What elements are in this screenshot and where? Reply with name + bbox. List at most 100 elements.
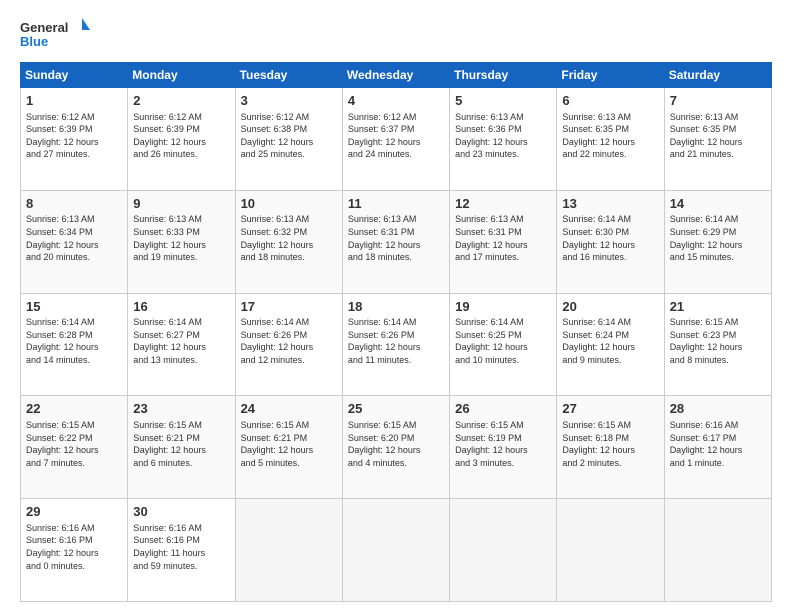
page-header: General Blue xyxy=(20,16,772,52)
day-number: 9 xyxy=(133,195,229,213)
svg-text:Blue: Blue xyxy=(20,34,48,49)
day-header-sunday: Sunday xyxy=(21,63,128,88)
day-number: 21 xyxy=(670,298,766,316)
day-info: Sunrise: 6:15 AM Sunset: 6:23 PM Dayligh… xyxy=(670,316,766,366)
calendar-table: SundayMondayTuesdayWednesdayThursdayFrid… xyxy=(20,62,772,602)
day-info: Sunrise: 6:14 AM Sunset: 6:26 PM Dayligh… xyxy=(241,316,337,366)
calendar-cell: 6Sunrise: 6:13 AM Sunset: 6:35 PM Daylig… xyxy=(557,88,664,191)
day-info: Sunrise: 6:14 AM Sunset: 6:24 PM Dayligh… xyxy=(562,316,658,366)
day-number: 1 xyxy=(26,92,122,110)
day-number: 17 xyxy=(241,298,337,316)
calendar-cell: 21Sunrise: 6:15 AM Sunset: 6:23 PM Dayli… xyxy=(664,293,771,396)
day-number: 14 xyxy=(670,195,766,213)
day-info: Sunrise: 6:12 AM Sunset: 6:39 PM Dayligh… xyxy=(26,111,122,161)
day-info: Sunrise: 6:12 AM Sunset: 6:39 PM Dayligh… xyxy=(133,111,229,161)
day-info: Sunrise: 6:15 AM Sunset: 6:21 PM Dayligh… xyxy=(133,419,229,469)
calendar-cell: 30Sunrise: 6:16 AM Sunset: 6:16 PM Dayli… xyxy=(128,499,235,602)
day-info: Sunrise: 6:14 AM Sunset: 6:29 PM Dayligh… xyxy=(670,213,766,263)
day-number: 15 xyxy=(26,298,122,316)
day-number: 7 xyxy=(670,92,766,110)
day-header-friday: Friday xyxy=(557,63,664,88)
calendar-cell: 4Sunrise: 6:12 AM Sunset: 6:37 PM Daylig… xyxy=(342,88,449,191)
day-info: Sunrise: 6:15 AM Sunset: 6:20 PM Dayligh… xyxy=(348,419,444,469)
day-number: 8 xyxy=(26,195,122,213)
day-number: 25 xyxy=(348,400,444,418)
calendar-week-row: 29Sunrise: 6:16 AM Sunset: 6:16 PM Dayli… xyxy=(21,499,772,602)
day-number: 2 xyxy=(133,92,229,110)
calendar-week-row: 15Sunrise: 6:14 AM Sunset: 6:28 PM Dayli… xyxy=(21,293,772,396)
day-number: 22 xyxy=(26,400,122,418)
calendar-cell: 16Sunrise: 6:14 AM Sunset: 6:27 PM Dayli… xyxy=(128,293,235,396)
calendar-cell: 12Sunrise: 6:13 AM Sunset: 6:31 PM Dayli… xyxy=(450,190,557,293)
day-number: 23 xyxy=(133,400,229,418)
day-info: Sunrise: 6:15 AM Sunset: 6:22 PM Dayligh… xyxy=(26,419,122,469)
day-info: Sunrise: 6:13 AM Sunset: 6:32 PM Dayligh… xyxy=(241,213,337,263)
logo-svg: General Blue xyxy=(20,16,90,52)
day-info: Sunrise: 6:13 AM Sunset: 6:34 PM Dayligh… xyxy=(26,213,122,263)
calendar-cell: 11Sunrise: 6:13 AM Sunset: 6:31 PM Dayli… xyxy=(342,190,449,293)
day-number: 19 xyxy=(455,298,551,316)
day-number: 11 xyxy=(348,195,444,213)
day-number: 26 xyxy=(455,400,551,418)
calendar-cell: 27Sunrise: 6:15 AM Sunset: 6:18 PM Dayli… xyxy=(557,396,664,499)
calendar-cell: 18Sunrise: 6:14 AM Sunset: 6:26 PM Dayli… xyxy=(342,293,449,396)
day-info: Sunrise: 6:14 AM Sunset: 6:25 PM Dayligh… xyxy=(455,316,551,366)
day-number: 18 xyxy=(348,298,444,316)
day-info: Sunrise: 6:13 AM Sunset: 6:35 PM Dayligh… xyxy=(670,111,766,161)
day-header-monday: Monday xyxy=(128,63,235,88)
calendar-cell: 20Sunrise: 6:14 AM Sunset: 6:24 PM Dayli… xyxy=(557,293,664,396)
day-number: 30 xyxy=(133,503,229,521)
calendar-cell: 29Sunrise: 6:16 AM Sunset: 6:16 PM Dayli… xyxy=(21,499,128,602)
calendar-cell: 23Sunrise: 6:15 AM Sunset: 6:21 PM Dayli… xyxy=(128,396,235,499)
day-header-thursday: Thursday xyxy=(450,63,557,88)
day-number: 29 xyxy=(26,503,122,521)
calendar-cell xyxy=(235,499,342,602)
day-number: 20 xyxy=(562,298,658,316)
day-number: 13 xyxy=(562,195,658,213)
day-info: Sunrise: 6:13 AM Sunset: 6:36 PM Dayligh… xyxy=(455,111,551,161)
calendar-cell xyxy=(557,499,664,602)
calendar-cell: 19Sunrise: 6:14 AM Sunset: 6:25 PM Dayli… xyxy=(450,293,557,396)
calendar-cell: 10Sunrise: 6:13 AM Sunset: 6:32 PM Dayli… xyxy=(235,190,342,293)
calendar-cell xyxy=(664,499,771,602)
calendar-cell: 1Sunrise: 6:12 AM Sunset: 6:39 PM Daylig… xyxy=(21,88,128,191)
day-info: Sunrise: 6:16 AM Sunset: 6:17 PM Dayligh… xyxy=(670,419,766,469)
day-number: 5 xyxy=(455,92,551,110)
day-info: Sunrise: 6:14 AM Sunset: 6:30 PM Dayligh… xyxy=(562,213,658,263)
day-info: Sunrise: 6:15 AM Sunset: 6:18 PM Dayligh… xyxy=(562,419,658,469)
day-info: Sunrise: 6:14 AM Sunset: 6:28 PM Dayligh… xyxy=(26,316,122,366)
day-info: Sunrise: 6:13 AM Sunset: 6:31 PM Dayligh… xyxy=(348,213,444,263)
day-info: Sunrise: 6:12 AM Sunset: 6:38 PM Dayligh… xyxy=(241,111,337,161)
calendar-cell: 22Sunrise: 6:15 AM Sunset: 6:22 PM Dayli… xyxy=(21,396,128,499)
day-number: 10 xyxy=(241,195,337,213)
calendar-cell xyxy=(342,499,449,602)
day-number: 27 xyxy=(562,400,658,418)
calendar-cell: 17Sunrise: 6:14 AM Sunset: 6:26 PM Dayli… xyxy=(235,293,342,396)
calendar-cell: 26Sunrise: 6:15 AM Sunset: 6:19 PM Dayli… xyxy=(450,396,557,499)
calendar-week-row: 8Sunrise: 6:13 AM Sunset: 6:34 PM Daylig… xyxy=(21,190,772,293)
day-number: 4 xyxy=(348,92,444,110)
day-info: Sunrise: 6:14 AM Sunset: 6:27 PM Dayligh… xyxy=(133,316,229,366)
day-header-tuesday: Tuesday xyxy=(235,63,342,88)
day-info: Sunrise: 6:13 AM Sunset: 6:31 PM Dayligh… xyxy=(455,213,551,263)
calendar-cell: 24Sunrise: 6:15 AM Sunset: 6:21 PM Dayli… xyxy=(235,396,342,499)
day-info: Sunrise: 6:12 AM Sunset: 6:37 PM Dayligh… xyxy=(348,111,444,161)
day-info: Sunrise: 6:16 AM Sunset: 6:16 PM Dayligh… xyxy=(26,522,122,572)
day-header-saturday: Saturday xyxy=(664,63,771,88)
calendar-week-row: 1Sunrise: 6:12 AM Sunset: 6:39 PM Daylig… xyxy=(21,88,772,191)
day-info: Sunrise: 6:16 AM Sunset: 6:16 PM Dayligh… xyxy=(133,522,229,572)
day-header-wednesday: Wednesday xyxy=(342,63,449,88)
logo: General Blue xyxy=(20,16,90,52)
calendar-cell: 3Sunrise: 6:12 AM Sunset: 6:38 PM Daylig… xyxy=(235,88,342,191)
calendar-cell: 15Sunrise: 6:14 AM Sunset: 6:28 PM Dayli… xyxy=(21,293,128,396)
calendar-cell xyxy=(450,499,557,602)
day-number: 16 xyxy=(133,298,229,316)
day-number: 6 xyxy=(562,92,658,110)
day-number: 3 xyxy=(241,92,337,110)
calendar-cell: 5Sunrise: 6:13 AM Sunset: 6:36 PM Daylig… xyxy=(450,88,557,191)
calendar-cell: 28Sunrise: 6:16 AM Sunset: 6:17 PM Dayli… xyxy=(664,396,771,499)
calendar-cell: 9Sunrise: 6:13 AM Sunset: 6:33 PM Daylig… xyxy=(128,190,235,293)
day-info: Sunrise: 6:15 AM Sunset: 6:19 PM Dayligh… xyxy=(455,419,551,469)
calendar-body: 1Sunrise: 6:12 AM Sunset: 6:39 PM Daylig… xyxy=(21,88,772,602)
day-number: 28 xyxy=(670,400,766,418)
